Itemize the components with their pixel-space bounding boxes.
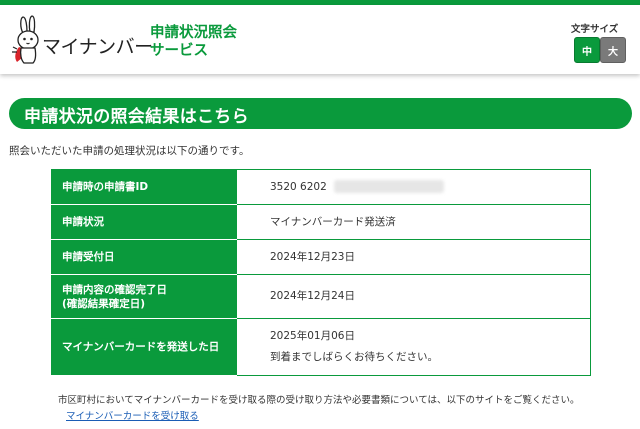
- table-row: マイナンバーカードを発送した日 2025年01月06日 到着までしばらくお待ちく…: [51, 318, 591, 376]
- font-size-label: 文字サイズ: [571, 24, 619, 35]
- row-label-shipped-date: マイナンバーカードを発送した日: [51, 318, 237, 376]
- row-value-shipped-date: 2025年01月06日 到着までしばらくお待ちください。: [236, 318, 591, 376]
- font-size-medium-button[interactable]: 中: [574, 37, 600, 63]
- site-header: マイナンバー 申請状況照会 サービス 文字サイズ 中 大: [0, 5, 640, 74]
- pickup-note: 市区町村においてマイナンバーカードを受け取る際の受け取り方法や必要書類については…: [58, 395, 580, 406]
- row-label-received-date: 申請受付日: [51, 239, 237, 275]
- table-row: 申請受付日 2024年12月23日: [51, 239, 591, 275]
- row-value-application-id: 3520 6202: [236, 169, 591, 205]
- service-title-line1: 申請状況照会: [150, 25, 237, 41]
- mynumber-logo[interactable]: マイナンバー: [8, 14, 153, 64]
- pickup-info-link[interactable]: マイナンバーカードを受け取る: [66, 408, 199, 422]
- row-value-confirmed-date: 2024年12月24日: [236, 274, 591, 319]
- application-id-value: 3520 6202: [270, 180, 327, 193]
- table-row: 申請内容の確認完了日 (確認結果確定日) 2024年12月24日: [51, 274, 591, 319]
- table-row: 申請状況 マイナンバーカード発送済: [51, 204, 591, 240]
- logo-text: マイナンバー: [42, 36, 153, 58]
- row-value-status: マイナンバーカード発送済: [236, 204, 591, 240]
- confirmed-date-label-line2: (確認結果確定日): [62, 297, 146, 310]
- font-size-large-button[interactable]: 大: [600, 37, 626, 63]
- confirmed-date-label-line1: 申請内容の確認完了日: [62, 283, 167, 296]
- result-banner: 申請状況の照会結果はこちら: [9, 98, 632, 129]
- redacted-id-part: [334, 180, 445, 193]
- service-title: 申請状況照会 サービス: [150, 24, 237, 60]
- page-title: 申請状況の照会結果はこちら: [24, 107, 249, 127]
- service-title-line2: サービス: [150, 43, 208, 59]
- row-label-confirmed-date: 申請内容の確認完了日 (確認結果確定日): [51, 274, 237, 319]
- shipped-date-value: 2025年01月06日: [270, 330, 355, 342]
- status-table: 申請時の申請書ID 3520 6202 申請状況 マイナンバーカード発送済 申請…: [51, 169, 591, 376]
- shipped-date-note: 到着までしばらくお待ちください。: [270, 351, 438, 363]
- row-label-application-id: 申請時の申請書ID: [51, 169, 237, 205]
- row-value-received-date: 2024年12月23日: [236, 239, 591, 275]
- intro-text: 照会いただいた申請の処理状況は以下の通りです。: [9, 145, 250, 157]
- table-row: 申請時の申請書ID 3520 6202: [51, 169, 591, 205]
- row-label-status: 申請状況: [51, 204, 237, 240]
